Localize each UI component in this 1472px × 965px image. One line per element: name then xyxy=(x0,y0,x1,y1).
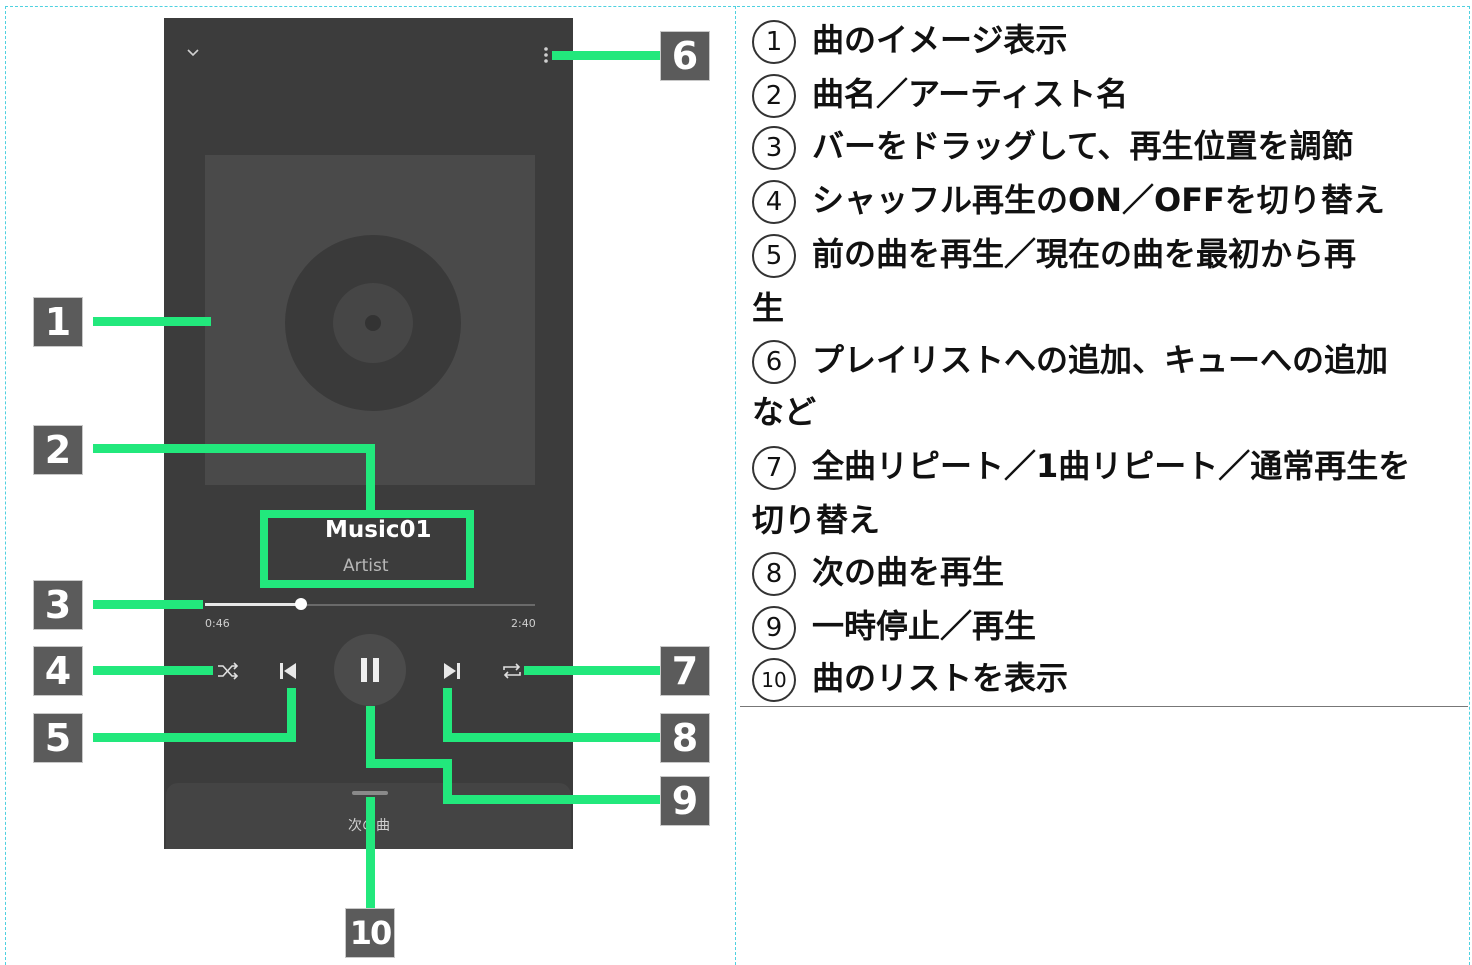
play-pause-button[interactable] xyxy=(334,634,406,706)
callout-line-8 xyxy=(443,733,660,742)
divider xyxy=(740,706,1468,707)
description-text: 次の曲を再生 xyxy=(812,553,1005,591)
description-item-10: 10 曲のリストを表示 xyxy=(752,652,1068,704)
description-text: 曲のリストを表示 xyxy=(812,659,1069,697)
callout-box-2 xyxy=(260,510,474,588)
callout-line-4 xyxy=(93,666,213,675)
skip-next-icon[interactable] xyxy=(441,660,463,686)
seek-bar-progress xyxy=(205,603,301,606)
callout-line-3 xyxy=(93,600,203,609)
item-number: 7 xyxy=(752,446,796,490)
description-item-7: 7 全曲リピート／1曲リピート／通常再生を xyxy=(752,440,1410,492)
description-text: 曲名／アーティスト名 xyxy=(812,75,1129,113)
item-number: 4 xyxy=(752,180,796,224)
description-item-6: 6 プレイリストへの追加、キューへの追加 xyxy=(752,334,1388,386)
description-item-5-cont: 生 xyxy=(752,289,785,327)
badge-10: 10 xyxy=(345,908,395,958)
item-number: 1 xyxy=(752,20,796,64)
current-time: 0:46 xyxy=(205,617,230,630)
item-number: 3 xyxy=(752,126,796,170)
skip-previous-icon[interactable] xyxy=(277,660,299,686)
item-number: 5 xyxy=(752,234,796,278)
chevron-down-icon[interactable] xyxy=(185,44,201,63)
callout-line-9 xyxy=(366,759,452,768)
description-text: 一時停止／再生 xyxy=(812,607,1037,645)
callout-line-9 xyxy=(443,795,660,804)
badge-9: 9 xyxy=(660,776,710,826)
item-number: 8 xyxy=(752,552,796,596)
description-text: シャッフル再生のON／OFFを切り替え xyxy=(812,181,1385,219)
badge-3: 3 xyxy=(33,580,83,630)
description-item-8: 8 次の曲を再生 xyxy=(752,546,1004,598)
badge-2: 2 xyxy=(33,425,83,475)
item-number: 2 xyxy=(752,74,796,118)
badge-1: 1 xyxy=(33,297,83,347)
description-item-5: 5 前の曲を再生／現在の曲を最初から再 xyxy=(752,228,1356,280)
badge-8: 8 xyxy=(660,713,710,763)
callout-line-5 xyxy=(287,688,296,742)
description-item-7-cont: 切り替え xyxy=(752,501,881,539)
more-vert-icon[interactable] xyxy=(542,46,550,70)
badge-6: 6 xyxy=(660,31,710,81)
seek-thumb[interactable] xyxy=(295,598,307,610)
callout-line-5 xyxy=(93,733,296,742)
description-item-4: 4 シャッフル再生のON／OFFを切り替え xyxy=(752,174,1385,226)
badge-5: 5 xyxy=(33,713,83,763)
drag-handle[interactable] xyxy=(352,791,388,795)
item-number: 10 xyxy=(752,658,796,702)
badge-7: 7 xyxy=(660,646,710,696)
description-item-6-cont: など xyxy=(752,393,817,431)
total-time: 2:40 xyxy=(511,617,536,630)
description-item-3: 3 バーをドラッグして、再生位置を調節 xyxy=(752,120,1353,172)
callout-line-2 xyxy=(93,444,375,453)
description-text: 全曲リピート／1曲リピート／通常再生を xyxy=(812,447,1411,485)
callout-line-6 xyxy=(552,51,660,60)
description-text: 前の曲を再生／現在の曲を最初から再 xyxy=(812,235,1357,273)
description-text: 曲のイメージ表示 xyxy=(812,21,1068,59)
description-text: バーをドラッグして、再生位置を調節 xyxy=(812,127,1354,165)
description-text: プレイリストへの追加、キューへの追加 xyxy=(812,341,1389,379)
disc-hole xyxy=(365,315,381,331)
badge-4: 4 xyxy=(33,646,83,696)
item-number: 9 xyxy=(752,606,796,650)
pause-icon xyxy=(361,658,379,682)
description-item-2: 2 曲名／アーティスト名 xyxy=(752,68,1128,120)
callout-line-1 xyxy=(93,317,211,326)
callout-line-10 xyxy=(366,797,375,909)
item-number: 6 xyxy=(752,340,796,384)
description-item-9: 9 一時停止／再生 xyxy=(752,600,1036,652)
callout-line-8 xyxy=(443,688,452,742)
repeat-icon[interactable] xyxy=(500,661,524,685)
callout-line-2 xyxy=(366,444,375,514)
shuffle-icon[interactable] xyxy=(216,661,240,685)
callout-line-7 xyxy=(524,666,660,675)
description-item-1: 1 曲のイメージ表示 xyxy=(752,14,1067,66)
